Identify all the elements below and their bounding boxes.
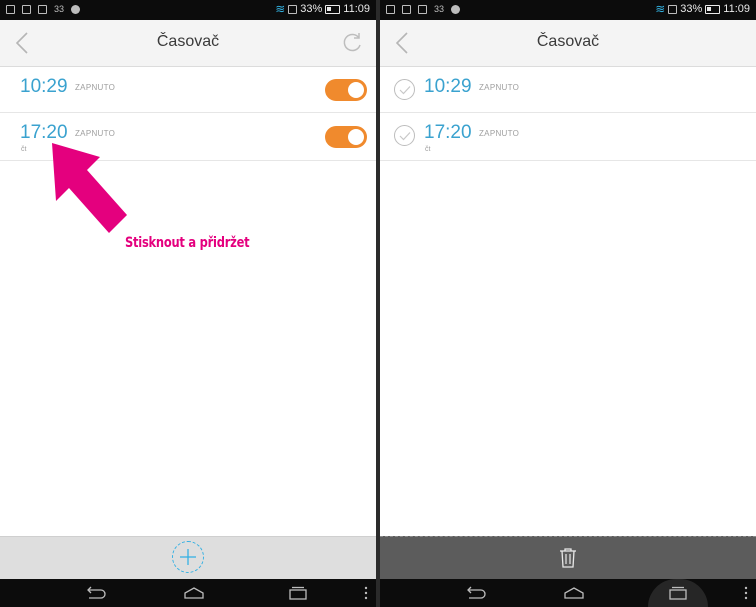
trash-icon [560, 548, 576, 568]
toggle-knob [348, 129, 364, 145]
alarm-time: 10:29 [424, 76, 472, 97]
alarm-item[interactable]: 17:20 ZAPNUTO čt [380, 113, 756, 161]
alarm-days: čt [425, 146, 431, 153]
nav-back-icon[interactable] [82, 583, 108, 603]
screenshot-icon [22, 4, 31, 14]
select-checkbox[interactable] [394, 125, 415, 146]
notification-count: 33 [54, 4, 65, 14]
alarm-time: 17:20 [424, 122, 472, 143]
sim-icon [386, 4, 395, 14]
battery-icon [705, 5, 721, 14]
status-bar: 33 ≋ 33% 11:09 [0, 0, 376, 20]
system-nav-bar [0, 579, 376, 607]
alarm-toggle[interactable] [325, 126, 367, 148]
status-time: 11:09 [723, 3, 750, 15]
pointer-arrow-icon [52, 143, 127, 233]
add-alarm-button[interactable] [172, 541, 204, 573]
battery-percent: 33% [300, 3, 323, 15]
alarm-state: ZAPNUTO [479, 129, 520, 138]
nav-home-icon[interactable] [181, 583, 207, 603]
data-icon [288, 5, 298, 14]
data-icon [668, 5, 678, 14]
app-icon [71, 4, 81, 14]
plus-icon [180, 549, 196, 565]
app-icon [451, 4, 461, 14]
alarm-days: čt [21, 146, 27, 153]
alarm-toggle[interactable] [325, 79, 367, 101]
battery-percent: 33% [680, 3, 703, 15]
right-screen: 33 ≋ 33% 11:09 Časovač 10:29 ZAPNUTO 17:… [380, 0, 756, 607]
nav-home-icon[interactable] [561, 583, 587, 603]
alarm-item[interactable]: 10:29 ZAPNUTO [0, 67, 376, 113]
title-bar: Časovač [0, 20, 376, 67]
select-checkbox[interactable] [394, 79, 415, 100]
system-nav-bar [380, 579, 756, 607]
status-time: 11:09 [343, 3, 370, 15]
wifi-icon: ≋ [655, 2, 666, 16]
page-title: Časovač [156, 33, 220, 50]
nav-menu-icon[interactable] [742, 583, 750, 603]
sim-icon [6, 4, 15, 14]
status-bar: 33 ≋ 33% 11:09 [380, 0, 756, 20]
nav-back-icon[interactable] [462, 583, 488, 603]
title-bar: Časovač [380, 20, 756, 67]
refresh-icon[interactable] [340, 30, 364, 56]
check-icon [399, 131, 410, 140]
check-icon [399, 85, 410, 94]
selection-action-bar [380, 536, 756, 579]
alarm-list: 10:29 ZAPNUTO 17:20 ZAPNUTO čt [380, 67, 756, 161]
screenshot-icon [402, 4, 411, 14]
nav-menu-icon[interactable] [362, 583, 370, 603]
notification-count: 33 [434, 4, 445, 14]
alarm-state: ZAPNUTO [479, 83, 520, 92]
delete-button[interactable] [556, 546, 580, 570]
mail-icon [38, 4, 47, 14]
page-title: Časovač [536, 33, 600, 50]
alarm-item[interactable]: 10:29 ZAPNUTO [380, 67, 756, 113]
alarm-state: ZAPNUTO [75, 83, 116, 92]
nav-recent-icon[interactable] [285, 583, 311, 603]
bottom-action-bar [0, 536, 376, 579]
wifi-icon: ≋ [275, 2, 286, 16]
nav-recent-icon[interactable] [665, 583, 691, 603]
alarm-time: 10:29 [20, 76, 68, 97]
back-chevron-icon[interactable] [10, 30, 34, 56]
left-screen: 33 ≋ 33% 11:09 Časovač 10:29 ZAPNUTO 17:… [0, 0, 376, 607]
battery-icon [325, 5, 341, 14]
toggle-knob [348, 82, 364, 98]
back-chevron-icon[interactable] [390, 30, 414, 56]
mail-icon [418, 4, 427, 14]
annotation-label: Stisknout a přidržet [125, 235, 250, 251]
